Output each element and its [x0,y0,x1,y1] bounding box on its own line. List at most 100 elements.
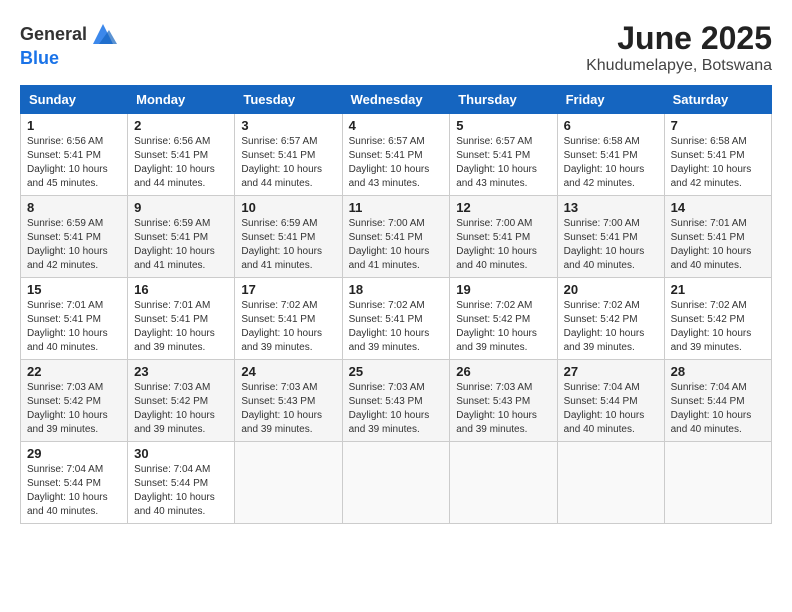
day-info: Sunrise: 7:03 AM Sunset: 5:43 PM Dayligh… [241,381,335,437]
table-row: 17 Sunrise: 7:02 AM Sunset: 5:41 PM Dayl… [235,278,342,360]
logo-blue-text: Blue [20,48,59,68]
day-info: Sunrise: 6:59 AM Sunset: 5:41 PM Dayligh… [134,217,228,273]
table-row: 3 Sunrise: 6:57 AM Sunset: 5:41 PM Dayli… [235,114,342,196]
calendar-week-row: 8 Sunrise: 6:59 AM Sunset: 5:41 PM Dayli… [21,196,772,278]
page-header: General Blue June 2025 Khudumelapye, Bot… [20,20,772,75]
day-info: Sunrise: 7:02 AM Sunset: 5:42 PM Dayligh… [564,299,658,355]
col-sunday: Sunday [21,86,128,114]
table-row: 18 Sunrise: 7:02 AM Sunset: 5:41 PM Dayl… [342,278,450,360]
table-row: 12 Sunrise: 7:00 AM Sunset: 5:41 PM Dayl… [450,196,557,278]
table-row: 8 Sunrise: 6:59 AM Sunset: 5:41 PM Dayli… [21,196,128,278]
table-row: 24 Sunrise: 7:03 AM Sunset: 5:43 PM Dayl… [235,360,342,442]
day-number: 18 [349,282,444,297]
table-row: 26 Sunrise: 7:03 AM Sunset: 5:43 PM Dayl… [450,360,557,442]
day-info: Sunrise: 6:56 AM Sunset: 5:41 PM Dayligh… [134,135,228,191]
day-number: 22 [27,364,121,379]
day-number: 2 [134,118,228,133]
table-row: 21 Sunrise: 7:02 AM Sunset: 5:42 PM Dayl… [664,278,771,360]
day-info: Sunrise: 7:04 AM Sunset: 5:44 PM Dayligh… [564,381,658,437]
day-info: Sunrise: 7:00 AM Sunset: 5:41 PM Dayligh… [564,217,658,273]
table-row [664,442,771,524]
day-info: Sunrise: 7:03 AM Sunset: 5:43 PM Dayligh… [349,381,444,437]
table-row [235,442,342,524]
day-info: Sunrise: 7:01 AM Sunset: 5:41 PM Dayligh… [134,299,228,355]
table-row: 28 Sunrise: 7:04 AM Sunset: 5:44 PM Dayl… [664,360,771,442]
table-row: 15 Sunrise: 7:01 AM Sunset: 5:41 PM Dayl… [21,278,128,360]
day-number: 29 [27,446,121,461]
day-number: 10 [241,200,335,215]
day-number: 19 [456,282,550,297]
day-number: 11 [349,200,444,215]
col-wednesday: Wednesday [342,86,450,114]
logo-general-text: General [20,24,87,45]
day-number: 28 [671,364,765,379]
day-info: Sunrise: 6:57 AM Sunset: 5:41 PM Dayligh… [349,135,444,191]
day-info: Sunrise: 7:03 AM Sunset: 5:42 PM Dayligh… [134,381,228,437]
day-number: 14 [671,200,765,215]
day-number: 5 [456,118,550,133]
table-row: 4 Sunrise: 6:57 AM Sunset: 5:41 PM Dayli… [342,114,450,196]
day-info: Sunrise: 6:59 AM Sunset: 5:41 PM Dayligh… [27,217,121,273]
table-row: 5 Sunrise: 6:57 AM Sunset: 5:41 PM Dayli… [450,114,557,196]
calendar-header-row: Sunday Monday Tuesday Wednesday Thursday… [21,86,772,114]
day-number: 17 [241,282,335,297]
day-info: Sunrise: 7:02 AM Sunset: 5:42 PM Dayligh… [456,299,550,355]
table-row: 30 Sunrise: 7:04 AM Sunset: 5:44 PM Dayl… [128,442,235,524]
month-title: June 2025 [586,20,772,57]
table-row [342,442,450,524]
day-number: 23 [134,364,228,379]
day-number: 13 [564,200,658,215]
calendar-week-row: 15 Sunrise: 7:01 AM Sunset: 5:41 PM Dayl… [21,278,772,360]
calendar-week-row: 29 Sunrise: 7:04 AM Sunset: 5:44 PM Dayl… [21,442,772,524]
day-info: Sunrise: 7:03 AM Sunset: 5:42 PM Dayligh… [27,381,121,437]
table-row: 13 Sunrise: 7:00 AM Sunset: 5:41 PM Dayl… [557,196,664,278]
day-number: 6 [564,118,658,133]
table-row: 6 Sunrise: 6:58 AM Sunset: 5:41 PM Dayli… [557,114,664,196]
day-info: Sunrise: 6:59 AM Sunset: 5:41 PM Dayligh… [241,217,335,273]
col-tuesday: Tuesday [235,86,342,114]
table-row: 10 Sunrise: 6:59 AM Sunset: 5:41 PM Dayl… [235,196,342,278]
day-number: 4 [349,118,444,133]
table-row: 19 Sunrise: 7:02 AM Sunset: 5:42 PM Dayl… [450,278,557,360]
day-info: Sunrise: 7:04 AM Sunset: 5:44 PM Dayligh… [134,463,228,519]
table-row [450,442,557,524]
day-number: 15 [27,282,121,297]
day-number: 26 [456,364,550,379]
day-info: Sunrise: 6:57 AM Sunset: 5:41 PM Dayligh… [456,135,550,191]
day-number: 21 [671,282,765,297]
logo: General Blue [20,20,117,69]
table-row: 25 Sunrise: 7:03 AM Sunset: 5:43 PM Dayl… [342,360,450,442]
day-number: 9 [134,200,228,215]
table-row: 9 Sunrise: 6:59 AM Sunset: 5:41 PM Dayli… [128,196,235,278]
table-row: 22 Sunrise: 7:03 AM Sunset: 5:42 PM Dayl… [21,360,128,442]
day-info: Sunrise: 7:02 AM Sunset: 5:42 PM Dayligh… [671,299,765,355]
col-friday: Friday [557,86,664,114]
day-number: 27 [564,364,658,379]
day-info: Sunrise: 6:56 AM Sunset: 5:41 PM Dayligh… [27,135,121,191]
day-number: 3 [241,118,335,133]
day-info: Sunrise: 7:02 AM Sunset: 5:41 PM Dayligh… [349,299,444,355]
col-thursday: Thursday [450,86,557,114]
day-info: Sunrise: 7:00 AM Sunset: 5:41 PM Dayligh… [456,217,550,273]
title-area: June 2025 Khudumelapye, Botswana [586,20,772,75]
day-info: Sunrise: 6:57 AM Sunset: 5:41 PM Dayligh… [241,135,335,191]
day-info: Sunrise: 7:01 AM Sunset: 5:41 PM Dayligh… [671,217,765,273]
table-row: 23 Sunrise: 7:03 AM Sunset: 5:42 PM Dayl… [128,360,235,442]
table-row: 11 Sunrise: 7:00 AM Sunset: 5:41 PM Dayl… [342,196,450,278]
day-info: Sunrise: 7:04 AM Sunset: 5:44 PM Dayligh… [27,463,121,519]
day-number: 24 [241,364,335,379]
day-number: 30 [134,446,228,461]
logo-icon [89,20,117,48]
day-number: 16 [134,282,228,297]
table-row: 27 Sunrise: 7:04 AM Sunset: 5:44 PM Dayl… [557,360,664,442]
table-row: 29 Sunrise: 7:04 AM Sunset: 5:44 PM Dayl… [21,442,128,524]
calendar-table: Sunday Monday Tuesday Wednesday Thursday… [20,85,772,524]
day-info: Sunrise: 7:02 AM Sunset: 5:41 PM Dayligh… [241,299,335,355]
col-monday: Monday [128,86,235,114]
day-info: Sunrise: 7:00 AM Sunset: 5:41 PM Dayligh… [349,217,444,273]
table-row: 1 Sunrise: 6:56 AM Sunset: 5:41 PM Dayli… [21,114,128,196]
day-info: Sunrise: 7:01 AM Sunset: 5:41 PM Dayligh… [27,299,121,355]
location-title: Khudumelapye, Botswana [586,57,772,75]
day-number: 1 [27,118,121,133]
table-row: 16 Sunrise: 7:01 AM Sunset: 5:41 PM Dayl… [128,278,235,360]
